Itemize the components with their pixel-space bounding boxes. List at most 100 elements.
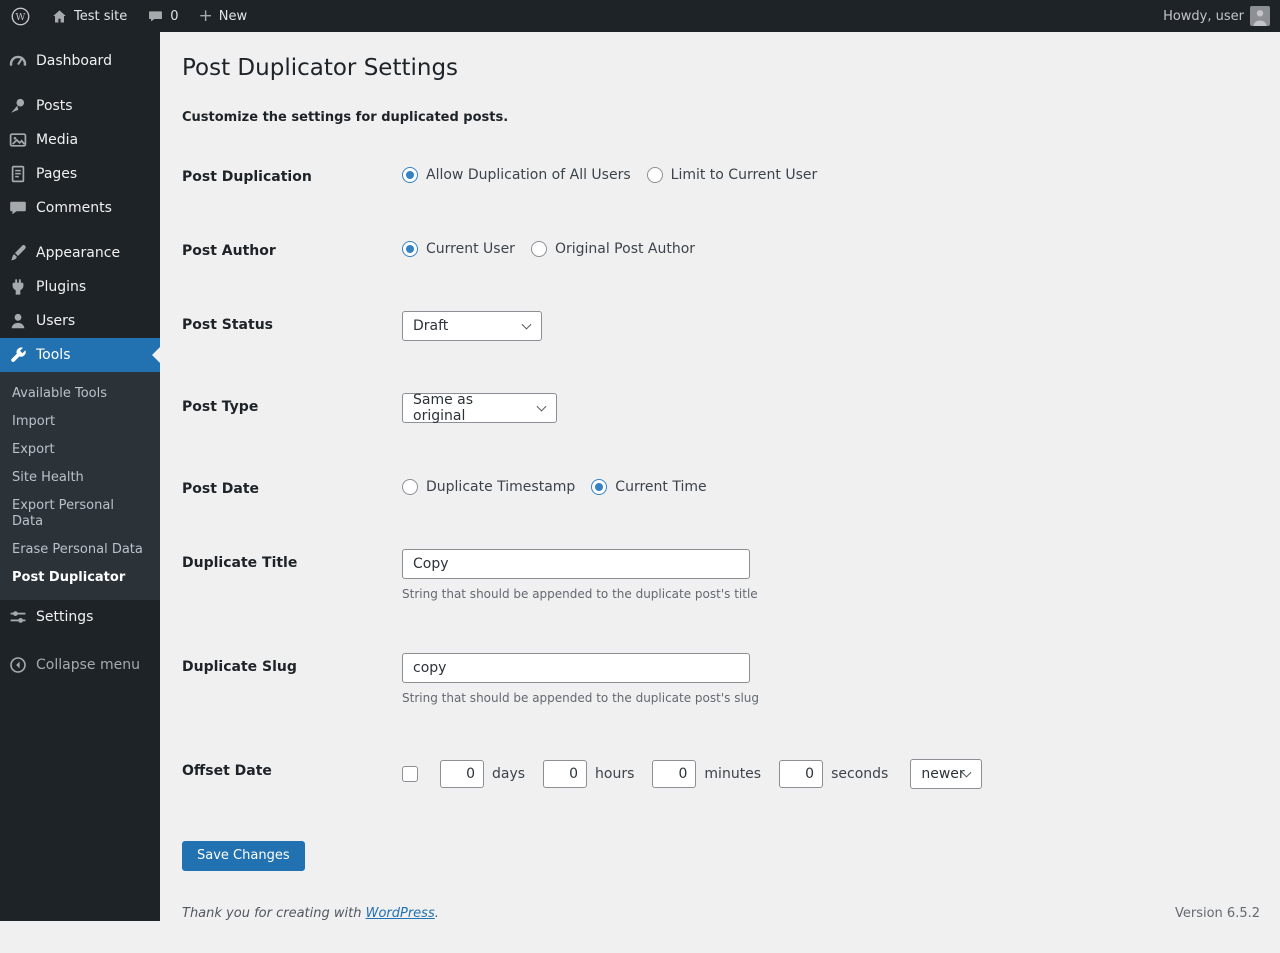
radio-label: Current Time: [615, 479, 706, 495]
pages-icon: [8, 164, 28, 184]
offset-hours-input[interactable]: [543, 760, 587, 788]
comment-bubble-icon: [147, 8, 164, 25]
radio-unchecked-icon: [647, 167, 663, 183]
radio-current-user[interactable]: Current User: [402, 241, 515, 257]
collapse-arrow-icon: [8, 655, 28, 675]
radio-original-post-author[interactable]: Original Post Author: [531, 241, 695, 257]
new-content-menu[interactable]: + New: [189, 0, 258, 32]
collapse-menu-button[interactable]: Collapse menu: [0, 648, 160, 682]
unit-label-minutes: minutes: [704, 766, 761, 782]
admin-menu: Dashboard Posts Media Pages Comments: [0, 32, 160, 921]
select-value: newer: [921, 766, 964, 782]
sidebar-item-users[interactable]: Users: [0, 304, 160, 338]
site-name-label: Test site: [74, 9, 127, 24]
wordpress-logo-icon: W: [10, 6, 31, 27]
offset-direction-select[interactable]: newer: [910, 759, 982, 789]
row-post-duplication: Post Duplication Allow Duplication of Al…: [182, 163, 1260, 185]
offset-minutes-input[interactable]: [652, 760, 696, 788]
radio-unchecked-icon: [402, 479, 418, 495]
field-label: Post Status: [182, 311, 402, 333]
offset-days-input[interactable]: [440, 760, 484, 788]
submenu-item-available-tools[interactable]: Available Tools: [0, 380, 160, 408]
comments-shortcut[interactable]: 0: [137, 0, 188, 32]
radio-unchecked-icon: [531, 241, 547, 257]
menu-separator: [0, 225, 160, 236]
sidebar-item-pages[interactable]: Pages: [0, 157, 160, 191]
sidebar-item-tools[interactable]: Tools: [0, 338, 160, 372]
page-title: Post Duplicator Settings: [182, 32, 1260, 84]
sidebar-item-label: Comments: [36, 200, 112, 216]
save-changes-button[interactable]: Save Changes: [182, 841, 305, 871]
submenu-item-post-duplicator[interactable]: Post Duplicator: [0, 564, 160, 592]
radio-duplicate-timestamp[interactable]: Duplicate Timestamp: [402, 479, 575, 495]
duplicate-title-input[interactable]: [402, 549, 750, 579]
radio-label: Original Post Author: [555, 241, 695, 257]
duplicate-slug-input[interactable]: [402, 653, 750, 683]
sidebar-item-label: Plugins: [36, 279, 86, 295]
field-description: String that should be appended to the du…: [402, 691, 759, 705]
sidebar-item-media[interactable]: Media: [0, 123, 160, 157]
user-icon: [8, 311, 28, 331]
offset-seconds-input[interactable]: [779, 760, 823, 788]
sidebar-item-settings[interactable]: Settings: [0, 600, 160, 634]
sidebar-item-label: Dashboard: [36, 53, 112, 69]
unit-label-days: days: [492, 766, 525, 782]
sidebar-item-label: Settings: [36, 609, 93, 625]
wrench-icon: [8, 345, 28, 365]
svg-text:W: W: [16, 12, 26, 23]
field-label: Offset Date: [182, 757, 402, 779]
radio-limit-to-current-user[interactable]: Limit to Current User: [647, 167, 818, 183]
my-account-menu[interactable]: Howdy, user: [1153, 0, 1280, 32]
post-status-select[interactable]: Draft: [402, 311, 542, 341]
offset-date-checkbox[interactable]: [402, 766, 418, 782]
main-content: Post Duplicator Settings Customize the s…: [160, 32, 1280, 931]
row-post-status: Post Status Draft: [182, 311, 1260, 341]
field-label: Duplicate Slug: [182, 653, 402, 675]
plug-icon: [8, 277, 28, 297]
radio-allow-duplication-all-users[interactable]: Allow Duplication of All Users: [402, 167, 631, 183]
site-name-menu[interactable]: Test site: [41, 0, 137, 32]
settings-sliders-icon: [8, 607, 28, 627]
sidebar-item-comments[interactable]: Comments: [0, 191, 160, 225]
plus-icon: +: [199, 8, 213, 25]
sidebar-item-appearance[interactable]: Appearance: [0, 236, 160, 270]
media-icon: [8, 130, 28, 150]
field-label: Duplicate Title: [182, 549, 402, 571]
submenu-item-import[interactable]: Import: [0, 408, 160, 436]
new-label: New: [219, 9, 247, 24]
wp-logo-menu[interactable]: W: [0, 0, 41, 32]
settings-form: Post Duplication Allow Duplication of Al…: [182, 163, 1260, 871]
sidebar-item-dashboard[interactable]: Dashboard: [0, 44, 160, 78]
dashboard-icon: [8, 51, 28, 71]
field-label: Post Author: [182, 237, 402, 259]
brush-icon: [8, 243, 28, 263]
sidebar-item-plugins[interactable]: Plugins: [0, 270, 160, 304]
row-duplicate-slug: Duplicate Slug String that should be app…: [182, 653, 1260, 705]
radio-checked-icon: [591, 479, 607, 495]
sidebar-item-label: Appearance: [36, 245, 120, 261]
field-label: Post Date: [182, 475, 402, 497]
pushpin-icon: [8, 96, 28, 116]
radio-label: Current User: [426, 241, 515, 257]
submenu-item-site-health[interactable]: Site Health: [0, 464, 160, 492]
avatar: [1250, 6, 1270, 26]
howdy-label: Howdy, user: [1163, 9, 1244, 24]
field-label: Post Duplication: [182, 163, 402, 185]
unit-label-hours: hours: [595, 766, 634, 782]
page-subtitle: Customize the settings for duplicated po…: [182, 110, 1260, 125]
submenu-item-export[interactable]: Export: [0, 436, 160, 464]
unit-label-seconds: seconds: [831, 766, 888, 782]
wordpress-link[interactable]: WordPress: [366, 906, 435, 921]
radio-label: Allow Duplication of All Users: [426, 167, 631, 183]
comments-count: 0: [170, 9, 178, 24]
sidebar-item-label: Users: [36, 313, 75, 329]
sidebar-item-posts[interactable]: Posts: [0, 89, 160, 123]
radio-current-time[interactable]: Current Time: [591, 479, 706, 495]
footer-version: Version 6.5.2: [1175, 906, 1260, 921]
sidebar-item-label: Media: [36, 132, 78, 148]
chevron-down-icon: [522, 320, 532, 330]
submenu-item-export-personal-data[interactable]: Export Personal Data: [0, 492, 160, 536]
post-type-select[interactable]: Same as original: [402, 393, 557, 423]
row-duplicate-title: Duplicate Title String that should be ap…: [182, 549, 1260, 601]
submenu-item-erase-personal-data[interactable]: Erase Personal Data: [0, 536, 160, 564]
